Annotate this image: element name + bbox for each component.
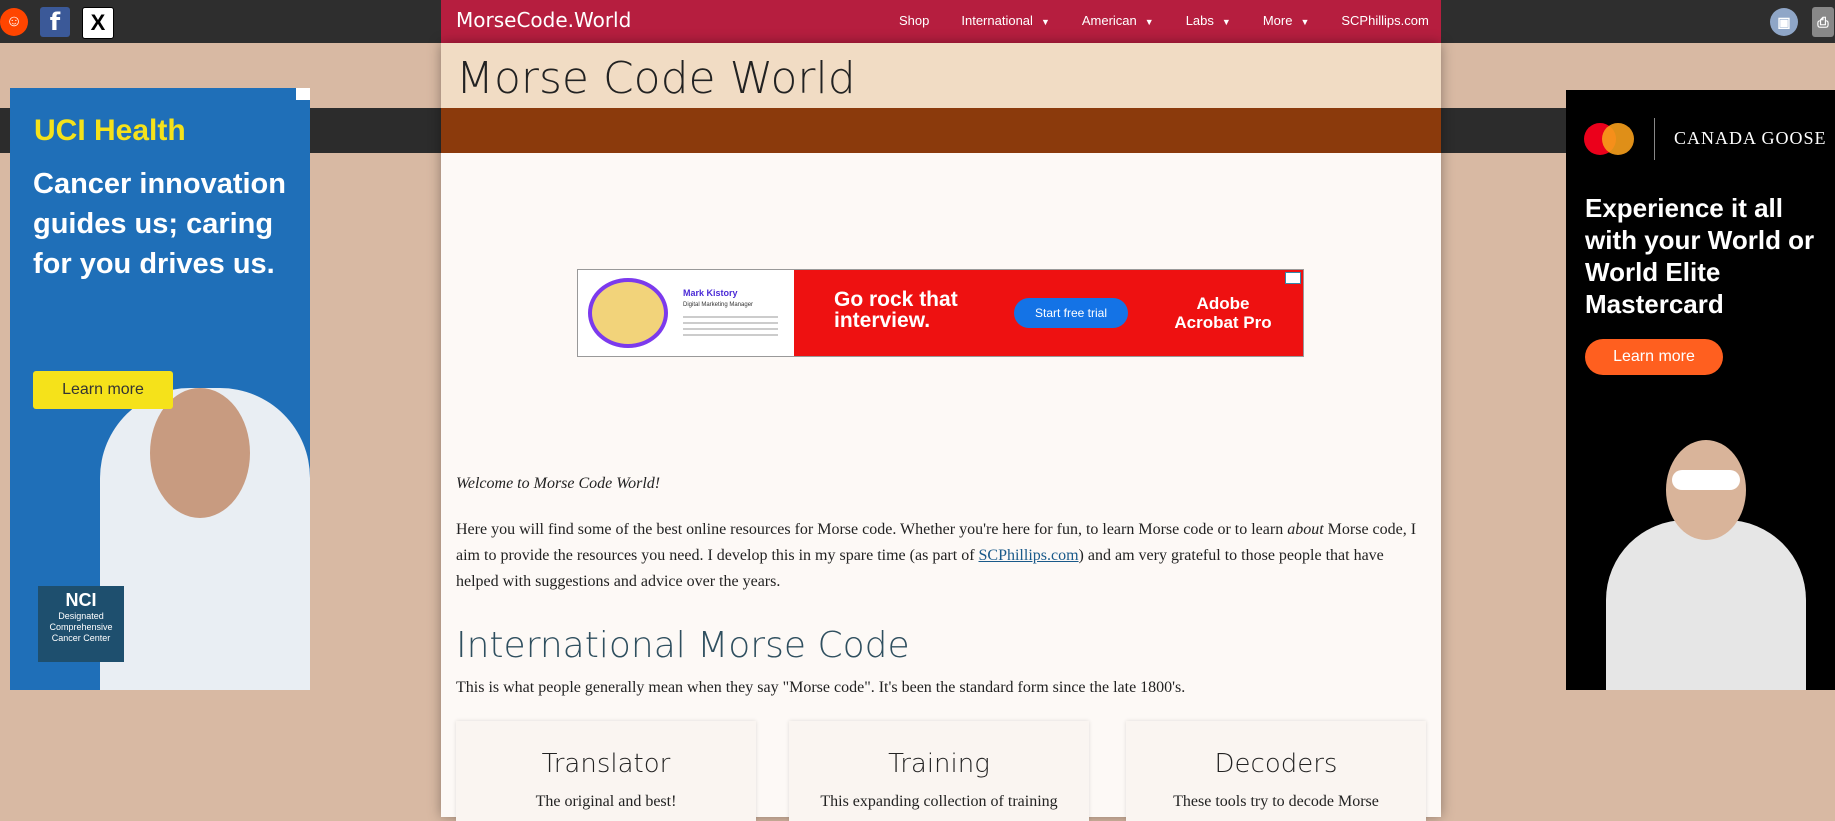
avatar	[588, 278, 668, 348]
caret-down-icon: ▼	[1040, 17, 1050, 27]
ad-line	[683, 316, 778, 318]
card-text: These tools try to decode Morse	[1173, 793, 1379, 810]
ad-brand: Adobe Acrobat Pro	[1174, 294, 1272, 332]
scphillips-link[interactable]: SCPhillips.com	[979, 547, 1079, 564]
ad-learn-more-button[interactable]: Learn more	[1585, 339, 1723, 375]
feature-cards: Translator The original and best! Traini…	[456, 721, 1426, 821]
card-training[interactable]: Training This expanding collection of tr…	[789, 721, 1089, 821]
caret-down-icon: ▼	[1144, 17, 1154, 27]
card-decoders[interactable]: Decoders These tools try to decode Morse	[1126, 721, 1426, 821]
nav-international[interactable]: International ▼	[961, 13, 1049, 28]
card-title: Training	[888, 749, 990, 779]
ad-model-image	[1606, 520, 1806, 690]
card-title: Translator	[541, 749, 671, 779]
ad-brand: CANADA GOOSE	[1674, 128, 1827, 148]
section-description: This is what people generally mean when …	[456, 679, 1186, 696]
section-heading: International Morse Code	[456, 625, 910, 666]
nci-badge: NCI Designated Comprehensive Cancer Cent…	[38, 586, 124, 662]
left-sidebar-ad[interactable]: UCI Health Cancer innovation guides us; …	[10, 88, 310, 690]
caret-down-icon: ▼	[1300, 17, 1310, 27]
header-stripe	[441, 108, 1441, 153]
welcome-text: Welcome to Morse Code World!	[456, 475, 661, 492]
ad-headline: Experience it all with your World or Wor…	[1585, 193, 1815, 319]
caret-down-icon: ▼	[1221, 17, 1231, 27]
ad-headline: Go rock that interview.	[834, 288, 958, 332]
ad-resume-panel: Mark Kistory Digital Marketing Manager	[578, 270, 794, 356]
ad-line	[683, 322, 778, 324]
intro-paragraph: Here you will find some of the best onli…	[456, 521, 1417, 590]
nav-labs[interactable]: Labs ▼	[1186, 13, 1231, 28]
nav-shop[interactable]: Shop	[899, 13, 929, 28]
ad-line	[683, 334, 778, 336]
ad-sunglasses	[1672, 470, 1740, 490]
ad-resume-name: Mark Kistory	[683, 288, 738, 298]
card-translator[interactable]: Translator The original and best!	[456, 721, 756, 821]
adchoices-icon[interactable]	[296, 88, 310, 100]
ad-line	[683, 328, 778, 330]
logo-divider	[1654, 118, 1655, 160]
center-banner-ad[interactable]: Mark Kistory Digital Marketing Manager G…	[577, 269, 1304, 357]
card-text: The original and best!	[535, 793, 677, 810]
nav-american[interactable]: American ▼	[1082, 13, 1154, 28]
nav-scphillips[interactable]: SCPhillips.com	[1341, 13, 1428, 28]
x-icon[interactable]: X	[82, 7, 114, 39]
page-title: Morse Code World	[456, 53, 856, 104]
ad-brand: UCI Health	[34, 114, 186, 147]
user-icon[interactable]: ▣	[1770, 8, 1798, 36]
print-icon[interactable]: ⎙	[1812, 7, 1834, 37]
card-title: Decoders	[1214, 749, 1338, 779]
ad-model-face	[1666, 440, 1746, 540]
card-text: This expanding collection of training	[820, 793, 1058, 810]
main-nav: Shop International ▼ American ▼ Labs ▼ More…	[899, 13, 1461, 28]
right-sidebar-ad[interactable]: CANADA GOOSE Experience it all with your…	[1566, 90, 1835, 690]
ad-resume-role: Digital Marketing Manager	[683, 302, 754, 308]
adchoices-icon[interactable]	[1285, 272, 1301, 284]
ad-start-trial-button[interactable]: Start free trial	[1014, 298, 1128, 328]
ad-headline: Cancer innovation guides us; caring for …	[33, 168, 286, 280]
site-brand-link[interactable]: MorseCode.World	[456, 8, 631, 32]
main-page: Morse Code World Mark Kistory Digital Ma…	[441, 43, 1441, 821]
ad-learn-more-button[interactable]: Learn more	[33, 371, 173, 409]
reddit-icon[interactable]: ☺	[0, 8, 28, 36]
page-header: Morse Code World	[441, 43, 1441, 108]
nav-more[interactable]: More ▼	[1263, 13, 1310, 28]
facebook-icon[interactable]: f	[40, 7, 70, 37]
mastercard-logo	[1602, 123, 1634, 155]
